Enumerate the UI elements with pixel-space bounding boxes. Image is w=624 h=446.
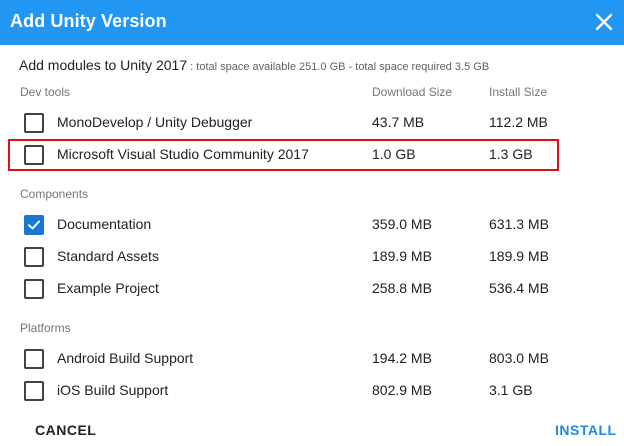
dialog-title: Add Unity Version [10,11,167,31]
module-name: Android Build Support [57,350,194,366]
highlight-box [8,139,559,171]
module-name: Standard Assets [57,248,159,264]
module-install-size: 112.2 MB [489,114,548,130]
module-row-example-project[interactable]: Example Project 258.8 MB 536.4 MB [0,274,624,304]
module-row-documentation[interactable]: Documentation 359.0 MB 631.3 MB [0,210,624,240]
module-checkbox[interactable] [24,247,44,267]
module-checkbox[interactable] [24,279,44,299]
module-install-size: 536.4 MB [489,280,549,296]
section-label-components: Components [20,187,89,201]
module-name: Example Project [57,280,159,296]
module-install-size: 189.9 MB [489,248,549,264]
module-name: Documentation [57,216,152,232]
section-label-dev-tools: Dev tools [20,85,71,99]
module-download-size: 802.9 MB [372,382,432,398]
module-row-ios-build-support[interactable]: iOS Build Support 802.9 MB 3.1 GB [0,376,624,406]
column-header-download-size: Download Size [372,85,453,99]
module-checkbox[interactable] [24,349,44,369]
module-download-size: 189.9 MB [372,248,432,264]
module-download-size: 194.2 MB [372,350,432,366]
module-checkbox-checked[interactable] [24,215,44,235]
modules-summary-title: Add modules to Unity 2017 [19,57,188,73]
section-label-platforms: Platforms [20,321,71,335]
dialog-titlebar: Add Unity Version [0,0,624,45]
column-header-install-size: Install Size [489,85,548,99]
module-checkbox[interactable] [24,113,44,133]
install-button[interactable]: INSTALL [555,422,617,438]
space-summary: : total space available 251.0 GB - total… [187,61,490,73]
module-name: MonoDevelop / Unity Debugger [57,114,253,130]
module-checkbox[interactable] [24,381,44,401]
module-download-size: 359.0 MB [372,216,432,232]
close-icon[interactable] [592,10,616,34]
module-install-size: 631.3 MB [489,216,549,232]
modules-summary: Add modules to Unity 2017 : total space … [19,57,489,73]
module-install-size: 803.0 MB [489,350,549,366]
module-row-monodevelop[interactable]: MonoDevelop / Unity Debugger 43.7 MB 112… [0,108,624,138]
module-download-size: 43.7 MB [372,114,425,130]
module-row-android-build-support[interactable]: Android Build Support 194.2 MB 803.0 MB [0,344,624,374]
check-icon [28,220,40,230]
module-install-size: 3.1 GB [489,382,533,398]
module-row-standard-assets[interactable]: Standard Assets 189.9 MB 189.9 MB [0,242,624,272]
module-name: iOS Build Support [57,382,169,398]
cancel-button[interactable]: CANCEL [35,422,96,438]
module-download-size: 258.8 MB [372,280,432,296]
add-unity-version-dialog: Add Unity Version Add modules to Unity 2… [0,0,624,446]
